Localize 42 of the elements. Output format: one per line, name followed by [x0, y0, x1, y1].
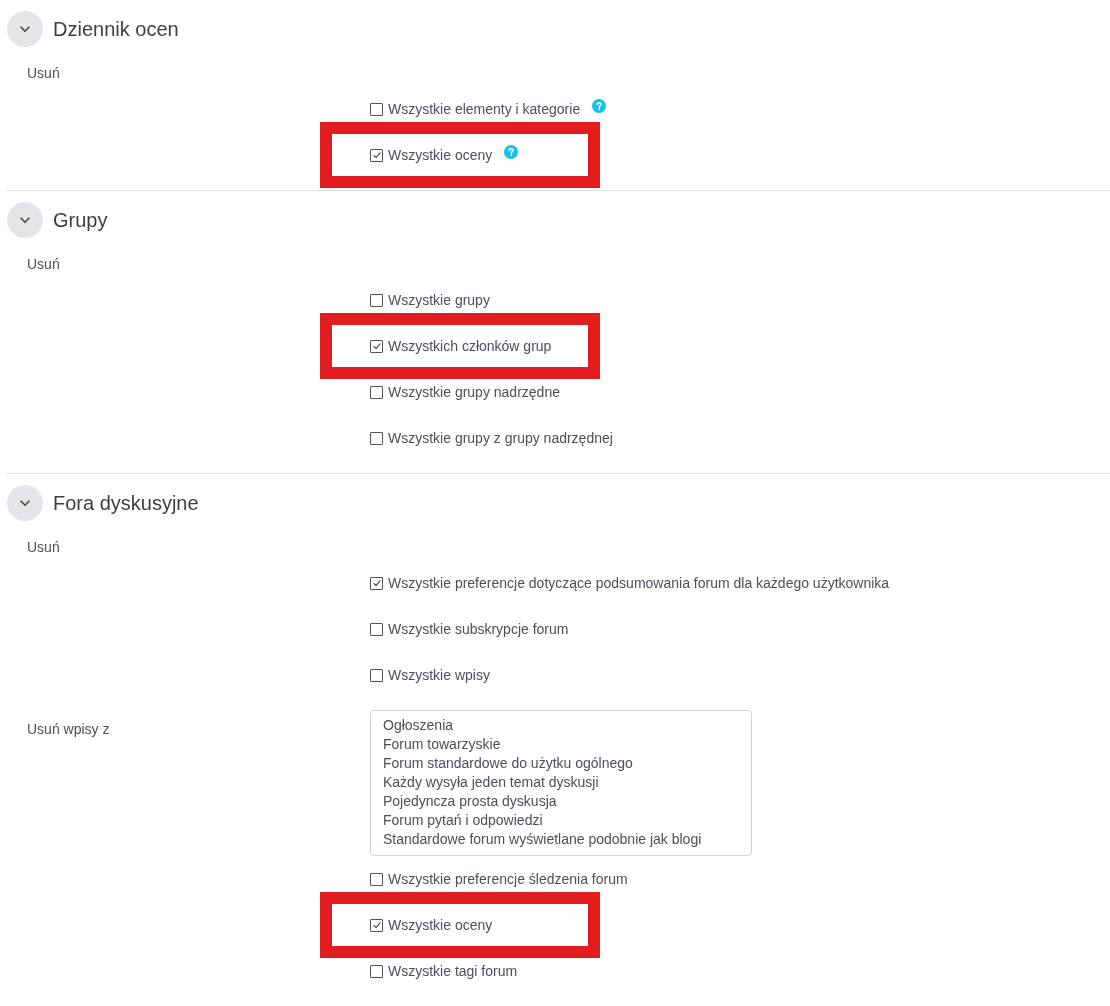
checkbox[interactable]	[370, 293, 383, 307]
checkbox-label: Wszystkie grupy z grupy nadrzędnej	[388, 428, 613, 448]
checkbox[interactable]	[370, 148, 383, 162]
listbox-option[interactable]: Każdy wysyła jeden temat dyskusji	[383, 773, 751, 792]
checkbox-label: Wszystkie grupy nadrzędne	[388, 382, 560, 402]
checkbox-label: Wszystkie grupy	[388, 290, 490, 310]
checkbox[interactable]	[370, 964, 383, 978]
listbox-option[interactable]: Forum standardowe do użytku ogólnego	[383, 754, 751, 773]
listbox-option[interactable]: Forum pytań i odpowiedzi	[383, 811, 751, 830]
checkbox-label: Wszystkich członków grup	[388, 336, 552, 356]
checkbox[interactable]	[370, 668, 383, 682]
checkbox[interactable]	[370, 918, 383, 932]
checkbox[interactable]	[370, 576, 383, 590]
checkbox-label: Wszystkie oceny	[388, 145, 493, 165]
section-title: Dziennik ocen	[53, 16, 179, 42]
checkbox-label: Wszystkie wpisy	[388, 665, 490, 685]
field-label: Usuń wpisy z	[27, 721, 110, 737]
field-label: Usuń	[27, 256, 60, 272]
checkbox-label: Wszystkie preferencje śledzenia forum	[388, 869, 628, 889]
checkbox[interactable]	[370, 431, 383, 445]
checkbox-label: Wszystkie elementy i kategorie	[388, 99, 581, 119]
checkbox-label: Wszystkie tagi forum	[388, 961, 518, 981]
checkbox[interactable]	[370, 872, 383, 886]
field-label: Usuń	[27, 65, 60, 81]
checkbox[interactable]	[370, 622, 383, 636]
checkbox-label: Wszystkie subskrypcje forum	[388, 619, 569, 639]
checkbox-label: Wszystkie oceny	[388, 915, 493, 935]
listbox-option[interactable]: Standardowe forum wyświetlane podobnie jak blogi	[383, 830, 751, 849]
forum-listbox[interactable]: Ogłoszenia Forum towarzyskie Forum standardowe do użytku ogólnego Każdy wysyła jeden temat dyskusji Pojedyncza prosta dyskusja Forum pytań i odpowiedzi Standardowe forum wyświetlane podobnie jak blogi	[370, 710, 752, 856]
collapse-toggle[interactable]	[7, 201, 43, 238]
section-title: Grupy	[53, 207, 108, 233]
listbox-option[interactable]: Forum towarzyskie	[383, 735, 751, 754]
collapse-toggle[interactable]	[7, 484, 43, 521]
collapse-toggle[interactable]	[7, 10, 43, 47]
checkbox[interactable]	[370, 385, 383, 399]
field-label: Usuń	[27, 539, 60, 555]
checkbox-label: Wszystkie preferencje dotyczące podsumowania forum dla każdego użytkownika	[388, 573, 890, 593]
listbox-option[interactable]: Pojedyncza prosta dyskusja	[383, 792, 751, 811]
listbox-option[interactable]: Ogłoszenia	[383, 716, 751, 735]
section-title: Fora dyskusyjne	[53, 490, 199, 516]
checkbox[interactable]	[370, 102, 383, 116]
checkbox[interactable]	[370, 339, 383, 353]
